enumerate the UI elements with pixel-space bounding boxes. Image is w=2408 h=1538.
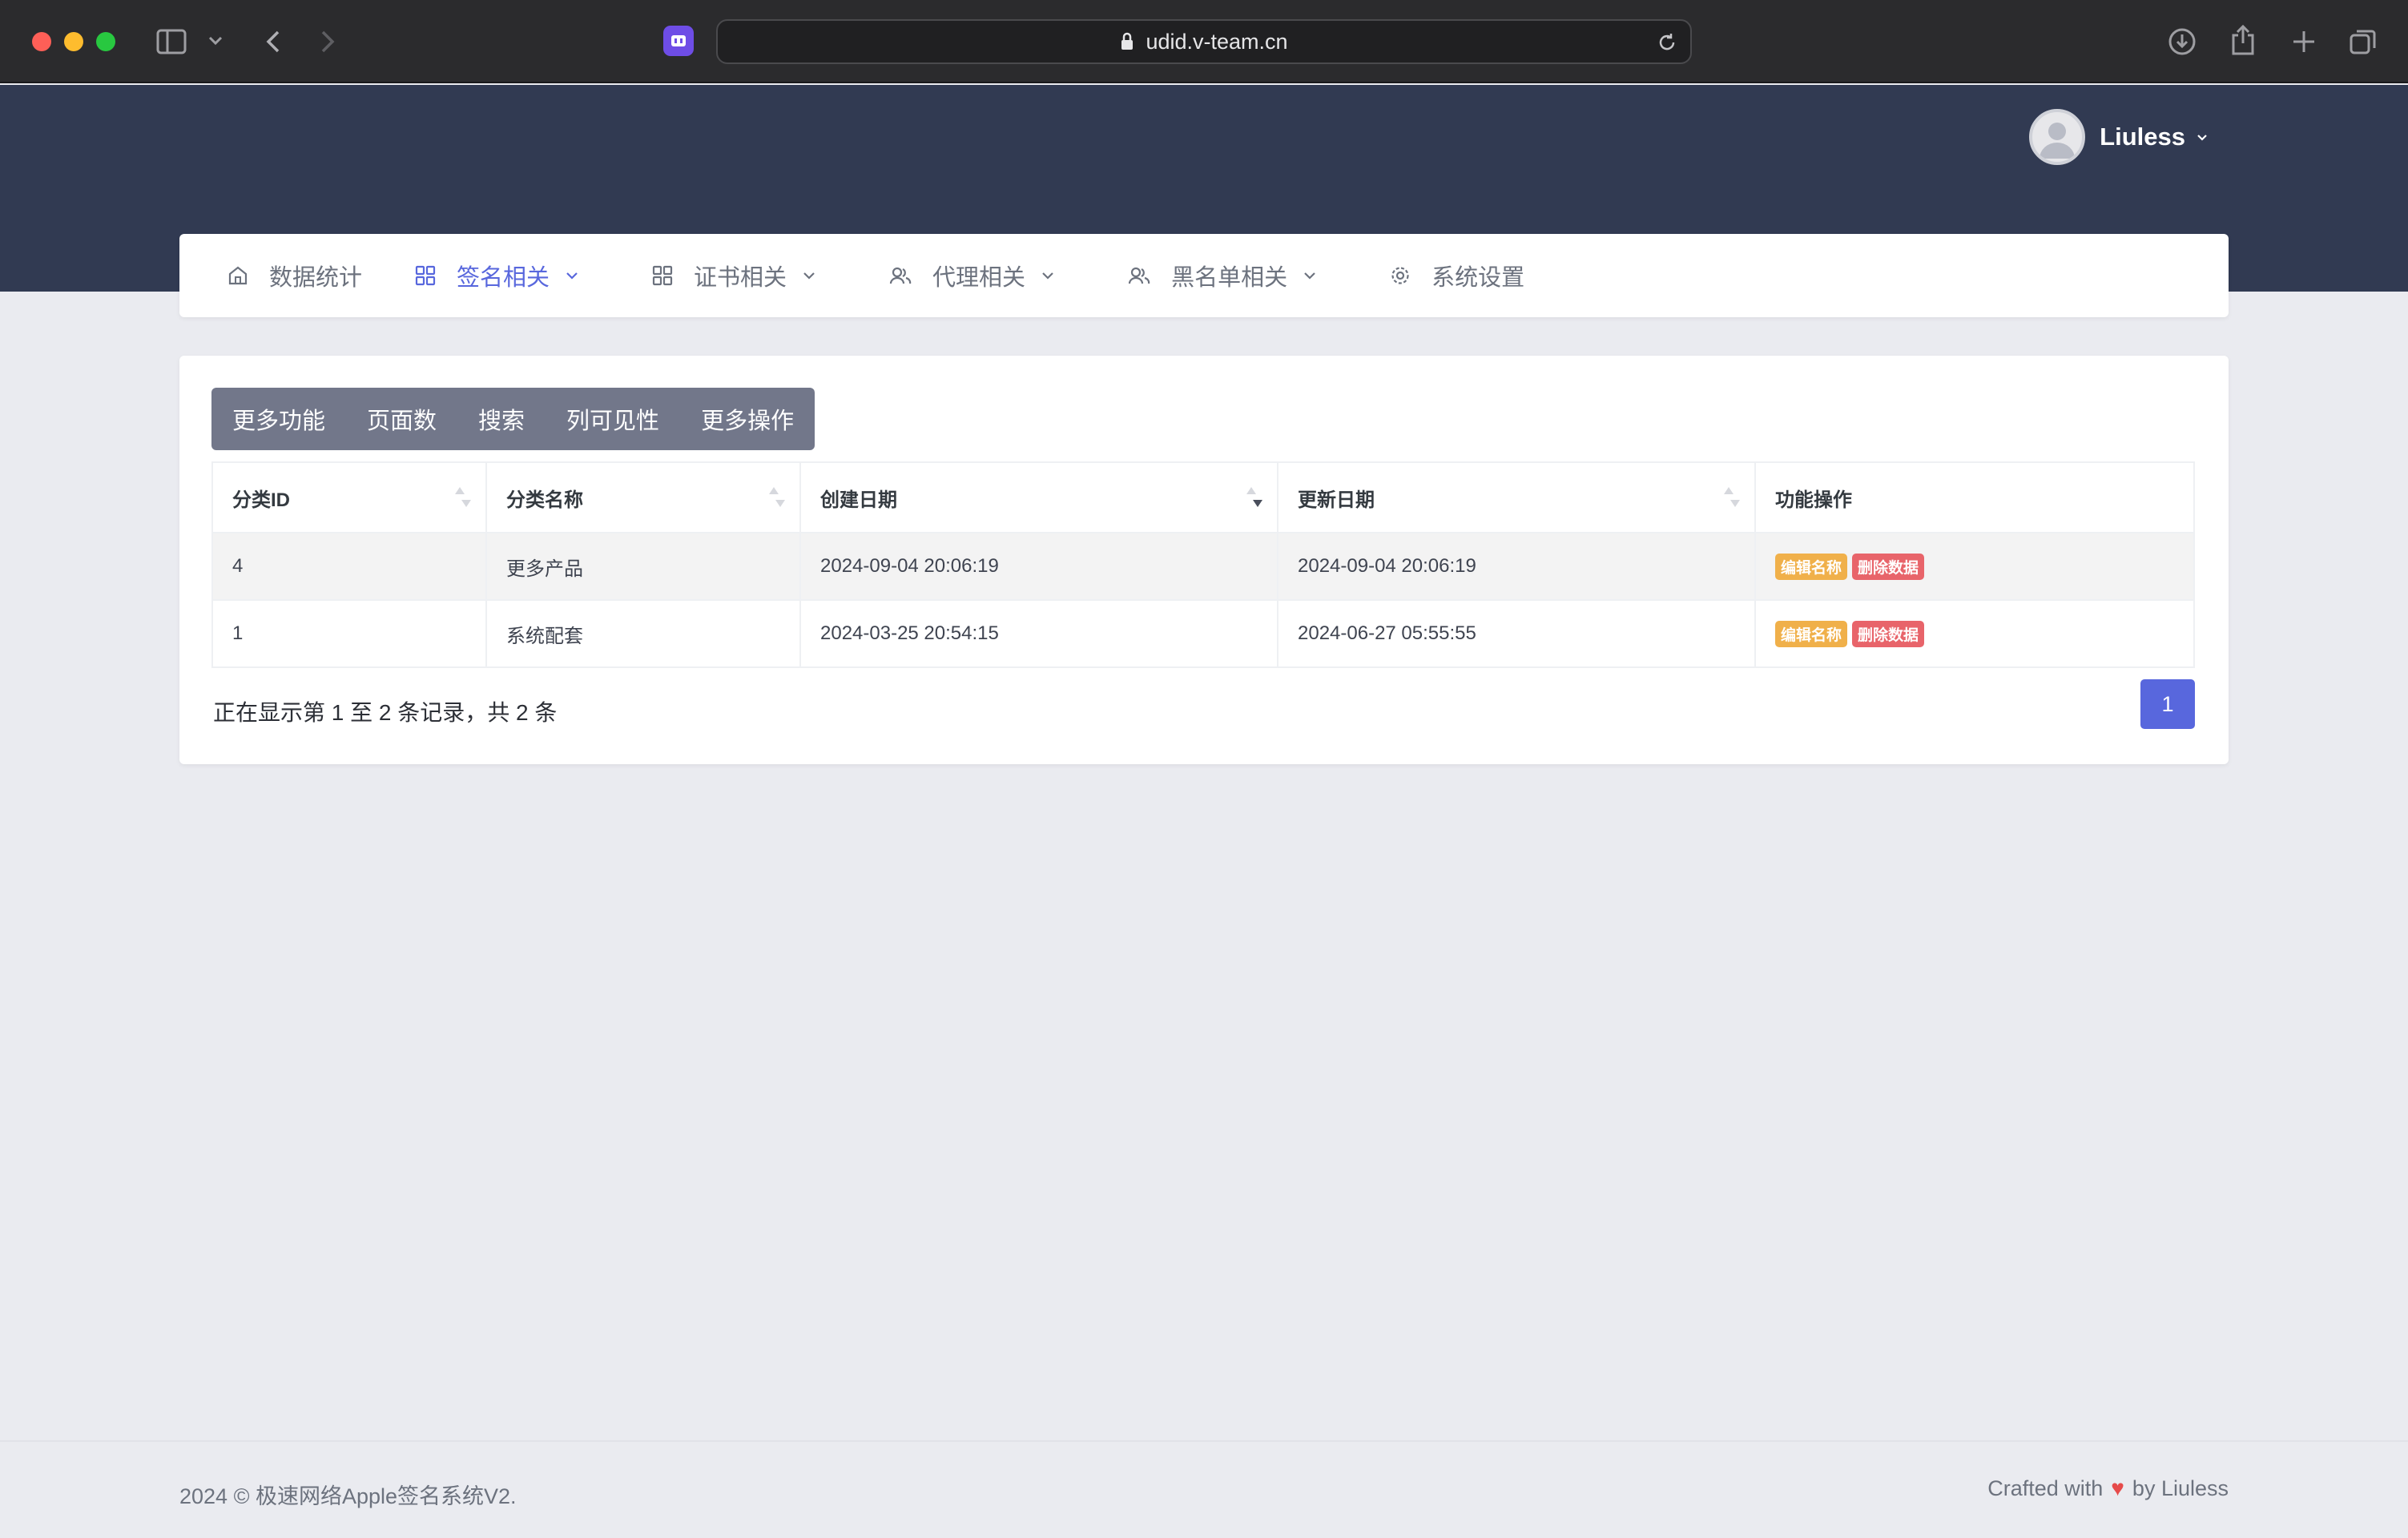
cell-updated: 2024-06-27 05:55:55 — [1277, 599, 1756, 668]
column-header-label: 分类ID — [232, 489, 290, 511]
nav-item-label: 签名相关 — [457, 265, 550, 291]
grid-icon — [415, 265, 436, 286]
edit-name-button[interactable]: 编辑名称 — [1775, 553, 1848, 580]
nav-item-stats[interactable]: 数据统计 — [228, 259, 362, 292]
cell-id: 1 — [211, 599, 487, 668]
new-tab-icon[interactable] — [2288, 26, 2320, 58]
download-icon[interactable] — [2166, 26, 2198, 58]
cell-actions: 编辑名称 删除数据 — [1754, 599, 2195, 668]
page-size-button[interactable]: 页面数 — [346, 388, 457, 450]
nav-item-label: 证书相关 — [694, 265, 787, 291]
column-header-id[interactable]: 分类ID — [211, 461, 487, 533]
nav-item-label: 黑名单相关 — [1171, 265, 1288, 291]
column-header-label: 分类名称 — [506, 489, 583, 511]
footer-copyright: 2024 © 极速网络Apple签名系统V2. — [179, 1484, 517, 1508]
cell-created: 2024-09-04 20:06:19 — [799, 532, 1278, 601]
table-row: 1 系统配套 2024-03-25 20:54:15 2024-06-27 05… — [211, 599, 2195, 668]
cell-name: 更多产品 — [485, 532, 801, 601]
maximize-window-button[interactable] — [96, 32, 115, 51]
heart-icon: ♥ — [2111, 1476, 2124, 1500]
pagination-info: 正在显示第 1 至 2 条记录，共 2 条 — [213, 700, 558, 725]
table-row: 4 更多产品 2024-09-04 20:06:19 2024-09-04 20… — [211, 532, 2195, 601]
avatar[interactable] — [2029, 109, 2086, 165]
sort-icon[interactable] — [453, 487, 471, 511]
browser-chrome: udid.v-team.cn — [0, 0, 2408, 83]
users-icon — [889, 267, 912, 284]
user-name[interactable]: Liuless — [2100, 123, 2185, 151]
sort-icon[interactable] — [1722, 487, 1740, 511]
nav-item-cert[interactable]: 证书相关 — [652, 259, 836, 292]
minimize-window-button[interactable] — [64, 32, 83, 51]
reload-icon[interactable] — [1657, 32, 1677, 53]
sort-icon[interactable] — [767, 487, 785, 511]
extension-icon[interactable] — [663, 26, 694, 56]
column-header-label: 功能操作 — [1775, 489, 1852, 511]
column-header-actions: 功能操作 — [1754, 461, 2195, 533]
nav-item-label: 代理相关 — [932, 265, 1026, 291]
column-header-updated[interactable]: 更新日期 — [1277, 461, 1756, 533]
grid-icon — [652, 265, 673, 286]
main-nav: 数据统计 签名相关 证书相关 代理相关 黑名单相关 系统设置 — [179, 234, 2229, 317]
cell-name: 系统配套 — [485, 599, 801, 668]
column-header-name[interactable]: 分类名称 — [485, 461, 801, 533]
footer-credit-prefix: Crafted with — [1987, 1476, 2104, 1500]
home-icon — [228, 266, 248, 285]
share-icon[interactable] — [2227, 22, 2259, 58]
content-card: 更多功能 页面数 搜索 列可见性 更多操作 分类ID 分类名称 创建日期 更新日… — [179, 356, 2229, 764]
table-toolbar: 更多功能 页面数 搜索 列可见性 更多操作 — [211, 388, 815, 450]
more-features-button[interactable]: 更多功能 — [211, 388, 346, 450]
nav-item-label: 数据统计 — [269, 265, 363, 291]
column-header-created[interactable]: 创建日期 — [799, 461, 1278, 533]
footer-credit-author[interactable]: by Liuless — [2132, 1476, 2229, 1501]
delete-data-button[interactable]: 删除数据 — [1852, 620, 1925, 647]
category-table: 分类ID 分类名称 创建日期 更新日期 功能操作 4 更多产品 2024-09-… — [211, 461, 2195, 668]
tab-overview-icon[interactable] — [2347, 26, 2379, 58]
footer-divider — [0, 1440, 2408, 1442]
chevron-down-icon[interactable] — [2197, 128, 2208, 147]
users-icon — [1128, 267, 1150, 284]
sidebar-toggle-icon[interactable] — [155, 26, 187, 58]
search-button[interactable]: 搜索 — [457, 388, 546, 450]
chevron-down-icon — [803, 272, 815, 280]
column-visibility-button[interactable]: 列可见性 — [546, 388, 680, 450]
page-button-1[interactable]: 1 — [2140, 679, 2195, 729]
more-actions-button[interactable]: 更多操作 — [680, 388, 815, 450]
nav-item-sign[interactable]: 签名相关 — [415, 259, 599, 292]
chevron-down-icon[interactable] — [207, 32, 224, 50]
back-icon[interactable] — [261, 26, 285, 58]
cell-id: 4 — [211, 532, 487, 601]
sort-desc-icon[interactable] — [1245, 487, 1262, 511]
table-header-row: 分类ID 分类名称 创建日期 更新日期 功能操作 — [211, 461, 2195, 533]
url-text: udid.v-team.cn — [1146, 29, 1288, 54]
nav-item-blacklist[interactable]: 黑名单相关 — [1128, 259, 1337, 292]
forward-icon[interactable] — [316, 26, 340, 58]
nav-item-label: 系统设置 — [1432, 265, 1525, 291]
lock-icon — [1121, 32, 1134, 50]
chevron-down-icon — [1304, 272, 1315, 280]
user-menu[interactable]: Liuless — [2029, 109, 2208, 165]
column-header-label: 创建日期 — [820, 489, 897, 511]
cell-actions: 编辑名称 删除数据 — [1754, 532, 2195, 601]
column-header-label: 更新日期 — [1298, 489, 1375, 511]
chevron-down-icon — [566, 272, 578, 280]
footer-credit: Crafted with ♥ by Liuless — [1987, 1476, 2229, 1501]
nav-item-settings[interactable]: 系统设置 — [1390, 259, 1524, 292]
address-bar[interactable]: udid.v-team.cn — [716, 19, 1692, 64]
close-window-button[interactable] — [32, 32, 51, 51]
delete-data-button[interactable]: 删除数据 — [1852, 553, 1925, 580]
gear-icon — [1391, 267, 1409, 284]
cell-created: 2024-03-25 20:54:15 — [799, 599, 1278, 668]
cell-updated: 2024-09-04 20:06:19 — [1277, 532, 1756, 601]
nav-item-agent[interactable]: 代理相关 — [889, 259, 1075, 292]
chevron-down-icon — [1042, 272, 1053, 280]
edit-name-button[interactable]: 编辑名称 — [1775, 620, 1848, 647]
